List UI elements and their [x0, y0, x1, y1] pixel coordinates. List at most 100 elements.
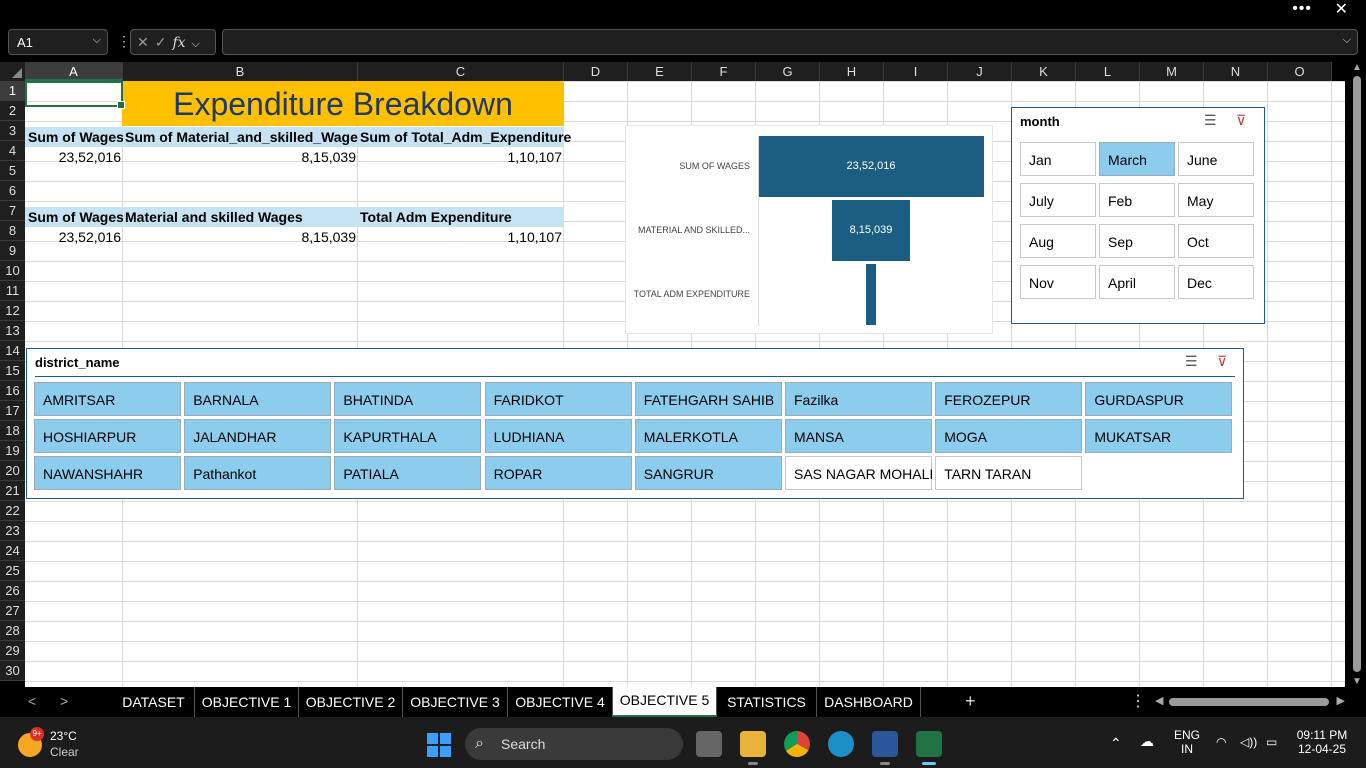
row-header-6[interactable]: 6: [0, 181, 25, 201]
column-header-j[interactable]: J: [948, 62, 1012, 81]
sheet-tab[interactable]: OBJECTIVE 4: [508, 687, 613, 717]
district-slicer[interactable]: district_name ☰ ⊽ AMRITSAR BARNALA BHATIND…: [26, 348, 1244, 499]
chart-bar[interactable]: [865, 264, 877, 325]
pivot2-value-wages[interactable]: 23,52,016: [25, 227, 121, 247]
row-header-16[interactable]: 16: [0, 381, 25, 401]
word-icon[interactable]: [872, 731, 898, 765]
add-sheet-icon[interactable]: +: [965, 691, 976, 712]
row-header-12[interactable]: 12: [0, 301, 25, 321]
cancel-icon[interactable]: ✕: [137, 34, 149, 50]
horizontal-scroll-thumb[interactable]: [1169, 698, 1329, 706]
row-header-21[interactable]: 21: [0, 481, 25, 501]
district-slicer-item[interactable]: NAWANSHAHR: [34, 456, 181, 490]
clear-filter-icon[interactable]: ⊽: [1236, 112, 1246, 129]
worksheet-grid[interactable]: Expenditure Breakdown Sum of Wages Sum o…: [25, 81, 1345, 687]
sheet-tab[interactable]: OBJECTIVE 3: [403, 687, 508, 717]
district-slicer-item[interactable]: FEROZEPUR: [935, 382, 1083, 416]
district-slicer-item[interactable]: SANGRUR: [634, 456, 782, 490]
month-slicer-item[interactable]: Aug: [1020, 224, 1096, 258]
row-header-4[interactable]: 4: [0, 141, 25, 161]
formula-input[interactable]: ⌵: [222, 29, 1358, 55]
vertical-scroll-thumb[interactable]: [1353, 76, 1361, 672]
clock[interactable]: 09:11 PM 12-04-25: [1292, 728, 1352, 756]
district-slicer-item[interactable]: BHATINDA: [334, 382, 482, 416]
row-header-10[interactable]: 10: [0, 261, 25, 281]
sheet-tab[interactable]: OBJECTIVE 5: [613, 687, 717, 717]
column-header-l[interactable]: L: [1076, 62, 1140, 81]
row-header-25[interactable]: 25: [0, 561, 25, 581]
pivot1-header-material[interactable]: Sum of Material_and_skilled_Wages: [123, 127, 366, 147]
district-slicer-item[interactable]: TARN TARAN: [935, 456, 1083, 490]
chrome-icon[interactable]: [784, 731, 810, 757]
month-slicer-item[interactable]: Dec: [1178, 265, 1254, 299]
row-header-26[interactable]: 26: [0, 581, 25, 601]
column-header-k[interactable]: K: [1012, 62, 1076, 81]
multi-select-icon[interactable]: ☰: [1185, 353, 1198, 370]
volume-icon[interactable]: ◁)): [1240, 735, 1257, 749]
row-header-30[interactable]: 30: [0, 661, 25, 681]
insert-function-icon[interactable]: fx: [172, 35, 185, 51]
clear-filter-icon[interactable]: ⊽: [1217, 353, 1227, 370]
file-explorer-icon[interactable]: [740, 731, 766, 765]
district-slicer-item[interactable]: MALERKOTLA: [634, 419, 782, 453]
pivot2-value-adm[interactable]: 1,10,107: [358, 227, 563, 247]
scroll-left-icon[interactable]: ◀: [1155, 694, 1163, 707]
row-header-28[interactable]: 28: [0, 621, 25, 641]
district-slicer-item[interactable]: MOGA: [935, 419, 1083, 453]
month-slicer-item[interactable]: March: [1099, 142, 1175, 176]
scroll-up-icon[interactable]: ▲: [1352, 62, 1362, 73]
pivot2-header-adm[interactable]: Total Adm Expenditure: [358, 207, 564, 227]
month-slicer-item[interactable]: Jan: [1020, 142, 1096, 176]
sheet-tab[interactable]: STATISTICS: [717, 687, 817, 717]
pivot2-value-material[interactable]: 8,15,039: [123, 227, 357, 247]
multi-select-icon[interactable]: ☰: [1204, 112, 1217, 129]
row-header-20[interactable]: 20: [0, 461, 25, 481]
pivot2-header-material[interactable]: Material and skilled Wages: [123, 207, 358, 227]
row-header-1[interactable]: 1: [0, 81, 25, 101]
row-header-18[interactable]: 18: [0, 421, 25, 441]
district-slicer-item[interactable]: ROPAR: [484, 456, 632, 490]
column-header-i[interactable]: I: [884, 62, 948, 81]
month-slicer-item[interactable]: Sep: [1099, 224, 1175, 258]
more-icon[interactable]: ⋮: [1130, 691, 1146, 711]
formula-bar-grip-icon[interactable]: ⋮: [117, 33, 131, 50]
row-header-23[interactable]: 23: [0, 521, 25, 541]
district-slicer-item[interactable]: Fazilka: [785, 382, 932, 416]
column-header-o[interactable]: O: [1268, 62, 1332, 81]
month-slicer-item[interactable]: Nov: [1020, 265, 1096, 299]
column-header-a[interactable]: A: [25, 62, 123, 81]
more-options-button[interactable]: •••: [1292, 0, 1312, 18]
pivot1-value-material[interactable]: 8,15,039: [123, 147, 357, 167]
district-slicer-item[interactable]: Pathankot: [184, 456, 332, 490]
row-header-15[interactable]: 15: [0, 361, 25, 381]
column-header-h[interactable]: H: [820, 62, 884, 81]
month-slicer-item[interactable]: April: [1099, 265, 1175, 299]
district-slicer-item[interactable]: AMRITSAR: [34, 382, 181, 416]
chevron-down-icon[interactable]: ⌵: [93, 34, 101, 47]
language-indicator[interactable]: ENG IN: [1172, 728, 1202, 756]
column-header-m[interactable]: M: [1140, 62, 1204, 81]
row-header-2[interactable]: 2: [0, 101, 25, 121]
month-slicer-item[interactable]: July: [1020, 183, 1096, 217]
column-header-e[interactable]: E: [628, 62, 692, 81]
expand-formula-icon[interactable]: ⌵: [1343, 34, 1351, 47]
sheet-tab[interactable]: DASHBOARD: [817, 687, 921, 717]
wifi-icon[interactable]: ◠: [1216, 735, 1226, 749]
pivot1-header-adm[interactable]: Sum of Total_Adm_Expenditure: [358, 127, 571, 147]
select-all-corner[interactable]: [0, 62, 25, 81]
month-slicer-item[interactable]: June: [1178, 142, 1254, 176]
row-header-8[interactable]: 8: [0, 221, 25, 241]
district-slicer-item[interactable]: PATIALA: [334, 456, 482, 490]
column-header-b[interactable]: B: [123, 62, 358, 81]
task-view-icon[interactable]: [696, 731, 722, 757]
pivot1-value-adm[interactable]: 1,10,107: [358, 147, 563, 167]
taskbar-search[interactable]: ⌕ Search: [465, 728, 683, 760]
district-slicer-item[interactable]: MANSA: [785, 419, 932, 453]
column-header-c[interactable]: C: [358, 62, 564, 81]
district-slicer-item[interactable]: GURDASPUR: [1085, 382, 1233, 416]
close-button[interactable]: ✕: [1335, 0, 1348, 20]
funnel-chart[interactable]: SUM OF WAGES 23,52,016 MATERIAL AND SKILLE…: [625, 125, 993, 334]
row-header-9[interactable]: 9: [0, 241, 25, 261]
excel-icon[interactable]: [916, 731, 942, 765]
row-header-14[interactable]: 14: [0, 341, 25, 361]
